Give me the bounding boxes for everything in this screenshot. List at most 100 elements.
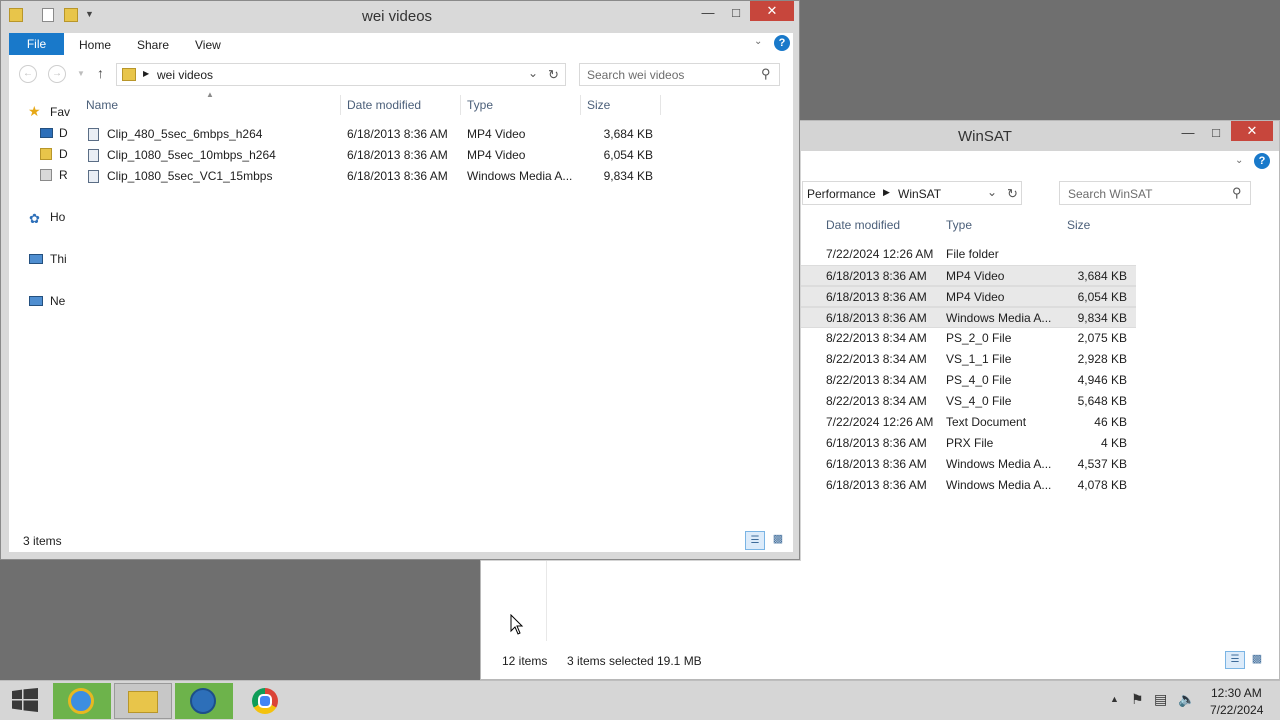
table-row[interactable]: Clip_480_5sec_6mbps_h264 6/18/2013 8:36 A… (71, 124, 671, 145)
table-row[interactable]: Clip_1080_5sec_10mbps_h264 6/18/2013 8:36… (71, 145, 671, 166)
folder-icon (9, 8, 23, 22)
volume-icon[interactable]: 🔈 (1178, 691, 1195, 708)
forward-arrow-icon[interactable]: → (48, 65, 66, 83)
table-row[interactable]: 6/18/2013 8:36 AM MP4 Video 6,054 KB (801, 286, 1136, 307)
chevron-down-icon[interactable]: ⌄ (528, 66, 538, 80)
help-icon[interactable]: ? (1254, 153, 1270, 169)
column-divider (340, 95, 341, 115)
column-size[interactable]: Size (587, 98, 610, 112)
table-row[interactable]: 6/18/2013 8:36 AM PRX File 4 KB (801, 433, 1136, 454)
tab-view[interactable]: View (195, 38, 221, 52)
thumbnail-view-icon[interactable]: ▩ (770, 532, 786, 548)
back-arrow-icon[interactable]: ← (19, 65, 37, 83)
table-row[interactable]: 8/22/2013 8:34 AM VS_4_0 File 5,648 KB (801, 391, 1136, 412)
refresh-icon[interactable]: ↻ (1007, 186, 1018, 202)
window-title: WinSAT (958, 128, 1012, 145)
nav-favorites[interactable]: Fav (50, 105, 70, 119)
column-date-modified[interactable]: Date modified (347, 98, 421, 112)
column-type[interactable]: Type (946, 218, 972, 232)
new-folder-icon[interactable] (64, 8, 78, 22)
breadcrumb-winsat[interactable]: WinSAT (898, 187, 941, 201)
table-row[interactable]: 8/22/2013 8:34 AM PS_4_0 File 4,946 KB (801, 370, 1136, 391)
cell-date: 6/18/2013 8:36 AM (347, 148, 448, 162)
chevron-down-icon[interactable]: ⌄ (754, 36, 762, 47)
address-path[interactable]: wei videos (157, 68, 213, 82)
properties-icon[interactable] (42, 8, 54, 22)
cell-date: 6/18/2013 8:36 AM (826, 311, 927, 325)
search-box[interactable]: Search WinSAT ⚲ (1059, 181, 1251, 205)
taskbar-network-app[interactable] (175, 683, 233, 719)
details-view-icon[interactable]: ☰ (745, 531, 765, 550)
clock-time[interactable]: 12:30 AM (1211, 686, 1262, 700)
column-type[interactable]: Type (467, 98, 493, 112)
minimize-button[interactable]: — (1175, 123, 1201, 143)
column-name[interactable]: Name (86, 98, 118, 112)
search-box[interactable]: Search wei videos ⚲ (579, 63, 780, 86)
cell-size: 4,078 KB (1077, 478, 1127, 492)
explorer-icon (128, 691, 158, 713)
cell-name: Clip_1080_5sec_VC1_15mbps (107, 169, 273, 183)
address-bar[interactable]: Performance ▶ WinSAT ⌄ ↻ (802, 181, 1022, 205)
network-icon (29, 296, 43, 306)
tab-file[interactable]: File (9, 33, 64, 55)
table-row[interactable]: 7/22/2024 12:26 AM File folder (801, 244, 1136, 265)
address-bar[interactable]: ▶ wei videos ⌄ ↻ (116, 63, 566, 86)
search-placeholder: Search WinSAT (1068, 187, 1153, 201)
search-icon: ⚲ (1232, 185, 1242, 200)
cell-type: VS_1_1 File (946, 352, 1012, 366)
status-item-count: 12 items (502, 654, 548, 668)
up-arrow-icon[interactable]: ↑ (97, 65, 104, 81)
nav-this-pc[interactable]: Thi (50, 252, 67, 266)
column-divider (660, 95, 661, 115)
show-hidden-icons-icon[interactable]: ▲ (1110, 694, 1119, 704)
table-row[interactable]: 7/22/2024 12:26 AM Text Document 46 KB (801, 412, 1136, 433)
cell-type: Text Document (946, 415, 1027, 429)
start-icon[interactable] (12, 688, 38, 715)
maximize-button[interactable]: □ (1203, 123, 1229, 143)
taskbar-chrome[interactable] (237, 683, 295, 719)
this-pc-icon (29, 254, 43, 264)
maximize-button[interactable]: □ (723, 3, 749, 23)
clock-date[interactable]: 7/22/2024 (1210, 703, 1263, 717)
cell-date: 7/22/2024 12:26 AM (826, 415, 934, 429)
close-button[interactable]: ✕ (1231, 121, 1273, 141)
nav-desktop[interactable]: D (59, 126, 68, 140)
nav-network[interactable]: Ne (50, 294, 65, 308)
refresh-icon[interactable]: ↻ (548, 67, 559, 83)
nav-recent[interactable]: R (59, 168, 68, 182)
table-row[interactable]: 6/18/2013 8:36 AM Windows Media A... 4,078… (801, 475, 1136, 496)
table-row[interactable]: 8/22/2013 8:34 AM PS_2_0 File 2,075 KB (801, 328, 1136, 349)
breadcrumb-performance[interactable]: Performance (807, 187, 876, 201)
details-view-icon[interactable]: ☰ (1225, 651, 1245, 669)
favorites-star-icon: ★ (28, 103, 41, 119)
flag-icon[interactable]: ⚑ (1131, 691, 1144, 708)
customize-toolbar-icon[interactable]: ▼ (85, 9, 94, 19)
table-row[interactable]: 8/22/2013 8:34 AM VS_1_1 File 2,928 KB (801, 349, 1136, 370)
nav-downloads[interactable]: D (59, 147, 68, 161)
status-size: 19.1 MB (657, 654, 702, 668)
network-icon[interactable]: ▤ (1154, 691, 1167, 708)
chevron-down-icon[interactable]: ⌄ (987, 185, 997, 199)
nav-homegroup[interactable]: Ho (50, 210, 65, 224)
column-size[interactable]: Size (1067, 218, 1090, 232)
taskbar-ie[interactable] (53, 683, 111, 719)
help-icon[interactable]: ? (774, 35, 790, 51)
thumbnail-view-icon[interactable]: ▩ (1249, 652, 1265, 668)
tab-share[interactable]: Share (137, 38, 169, 52)
cell-type: Windows Media A... (467, 169, 573, 183)
column-date-modified[interactable]: Date modified (826, 218, 900, 232)
table-row[interactable]: 6/18/2013 8:36 AM Windows Media A... 4,537… (801, 454, 1136, 475)
recent-locations-icon[interactable]: ▼ (77, 69, 85, 78)
cell-size: 3,684 KB (1077, 269, 1127, 283)
minimize-button[interactable]: — (695, 3, 721, 23)
cell-type: Windows Media A... (946, 457, 1052, 471)
cell-type: PS_4_0 File (946, 373, 1012, 387)
chevron-down-icon[interactable]: ⌄ (1235, 155, 1243, 166)
close-button[interactable]: ✕ (750, 1, 794, 21)
taskbar-file-explorer[interactable] (114, 683, 172, 719)
table-row[interactable]: 6/18/2013 8:36 AM Windows Media A... 9,834… (801, 307, 1136, 328)
tab-home[interactable]: Home (79, 38, 111, 52)
downloads-icon (40, 148, 52, 160)
table-row[interactable]: 6/18/2013 8:36 AM MP4 Video 3,684 KB (801, 265, 1136, 286)
table-row[interactable]: Clip_1080_5sec_VC1_15mbps 6/18/2013 8:36 … (71, 166, 671, 187)
